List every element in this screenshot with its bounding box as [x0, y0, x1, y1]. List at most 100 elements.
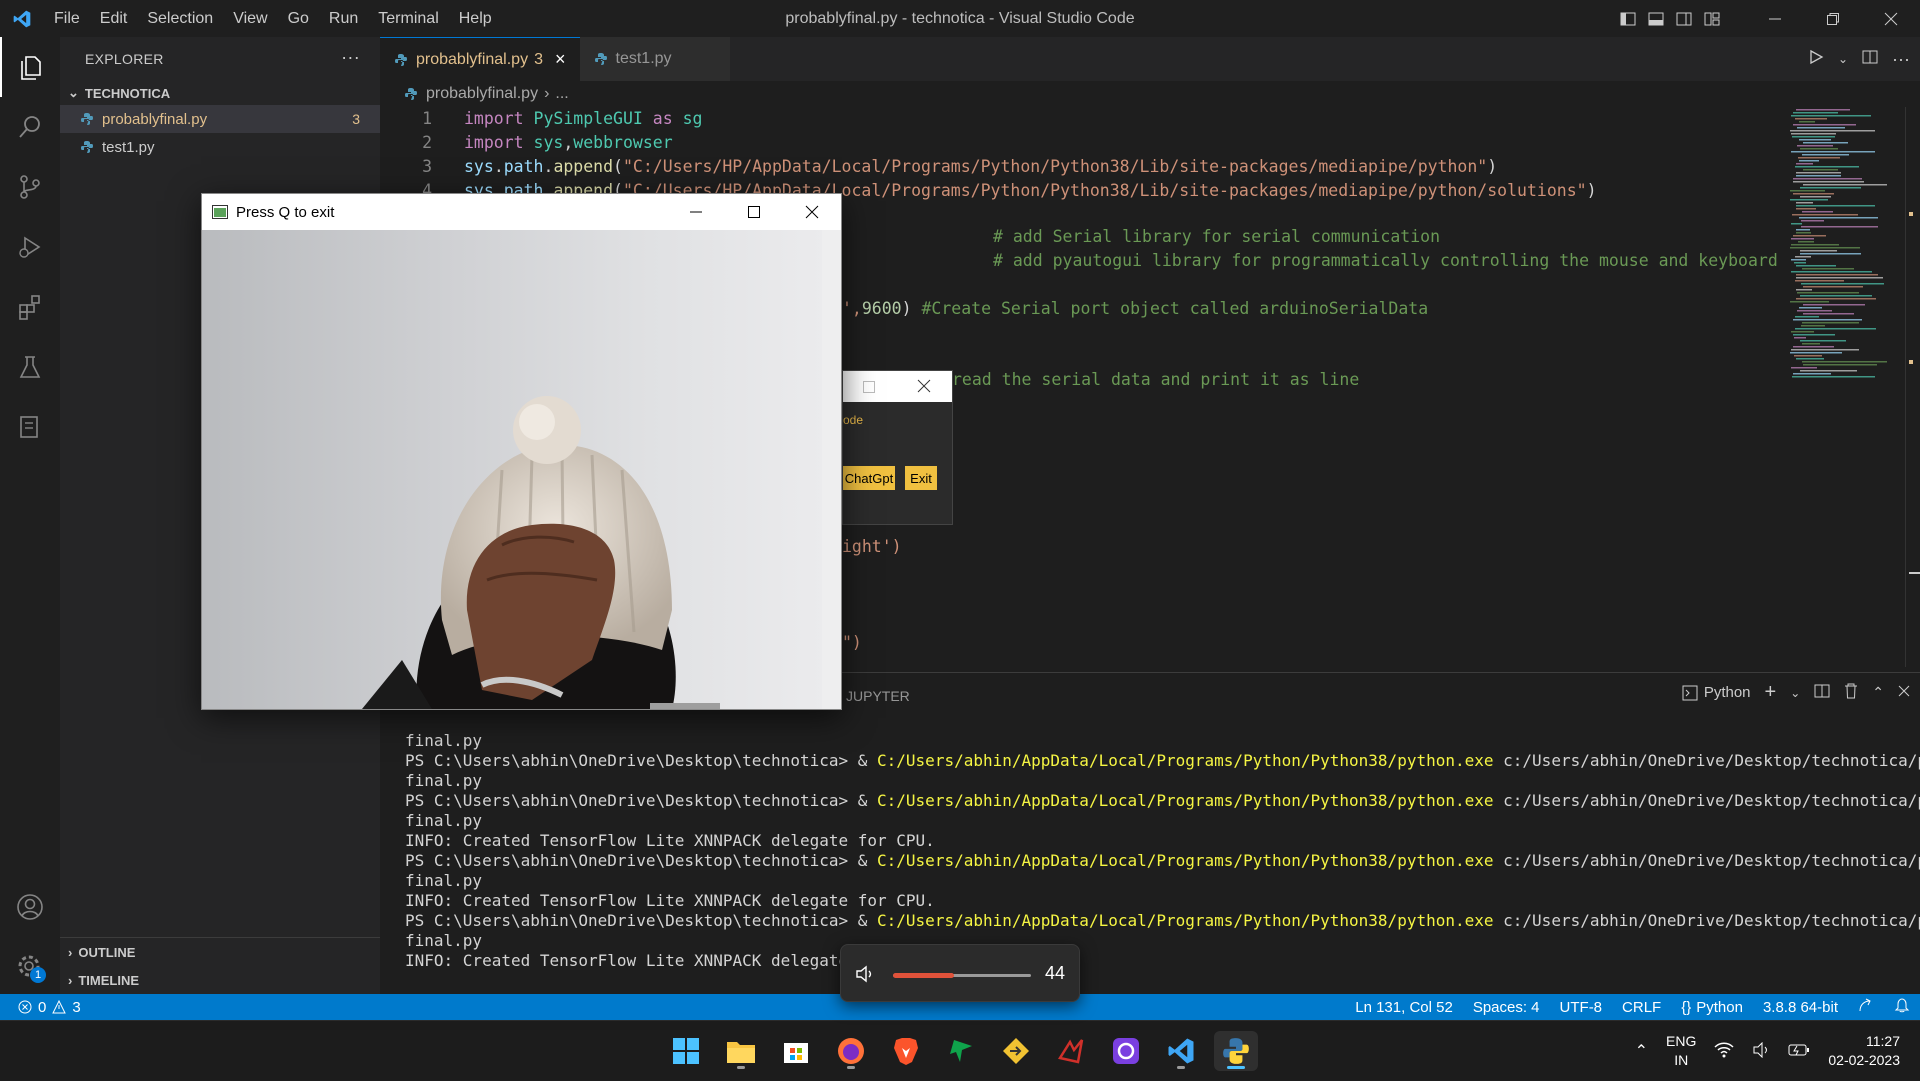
new-terminal-icon[interactable]: +	[1765, 681, 1777, 704]
maximize-icon[interactable]	[863, 380, 875, 398]
python-interpreter[interactable]: 3.8.8 64-bit	[1763, 999, 1838, 1016]
microsoft-store-icon[interactable]	[776, 1031, 816, 1071]
camera-window-titlebar[interactable]: Press Q to exit	[202, 194, 841, 230]
minimize-button[interactable]	[667, 194, 725, 230]
source-control-icon[interactable]	[0, 157, 60, 217]
firefox-icon[interactable]	[831, 1031, 871, 1071]
explorer-icon[interactable]	[0, 37, 60, 97]
breadcrumb-symbol[interactable]: ...	[555, 85, 568, 103]
close-tab-icon[interactable]: ×	[555, 49, 566, 70]
maximize-button[interactable]	[725, 194, 783, 230]
menu-selection[interactable]: Selection	[137, 0, 223, 37]
terminal-line: final.py	[405, 771, 483, 790]
more-actions-icon[interactable]: ···	[1892, 49, 1910, 70]
pysimplegui-window: ode ChatGpt Exit	[842, 370, 953, 525]
feedback-icon[interactable]	[1858, 997, 1874, 1017]
terminal-line: PS C:\Users\abhin\OneDrive\Desktop\techn…	[405, 751, 1920, 770]
menu-bar: File Edit Selection View Go Run Terminal…	[44, 0, 502, 37]
run-debug-icon[interactable]	[0, 217, 60, 277]
volume-icon[interactable]	[1752, 1041, 1770, 1061]
python-taskbar-icon[interactable]	[1214, 1031, 1258, 1071]
settings-gear-icon[interactable]: 1	[0, 937, 60, 997]
language-mode[interactable]: {} Python	[1681, 999, 1743, 1016]
windows-taskbar: ⌃ ENG IN 11:27 02-02-2023	[0, 1020, 1920, 1080]
minimize-button[interactable]	[1746, 0, 1804, 37]
accounts-icon[interactable]	[0, 877, 60, 937]
volume-value: 44	[1044, 963, 1065, 983]
minimap[interactable]	[1780, 107, 1905, 667]
terminal-icon	[1682, 685, 1698, 700]
menu-go[interactable]: Go	[278, 0, 319, 37]
outline-section[interactable]: › OUTLINE	[60, 940, 380, 964]
extensions-icon[interactable]	[0, 277, 60, 337]
terminal-shell-selector[interactable]: Python	[1682, 684, 1751, 701]
toggle-sidebar-icon[interactable]	[1614, 0, 1642, 37]
editor-scrollbar[interactable]	[1905, 107, 1920, 667]
timeline-section[interactable]: › TIMELINE	[60, 968, 380, 992]
menu-view[interactable]: View	[223, 0, 277, 37]
rstudio-icon[interactable]	[941, 1031, 981, 1071]
notebook-icon[interactable]	[0, 397, 60, 457]
indentation[interactable]: Spaces: 4	[1473, 999, 1540, 1016]
more-actions-icon[interactable]: ···	[341, 47, 360, 68]
breadcrumb-file[interactable]: probablyfinal.py	[426, 85, 538, 103]
clock[interactable]: 11:27 02-02-2023	[1828, 1032, 1900, 1070]
maximize-panel-icon[interactable]: ⌃	[1872, 684, 1884, 701]
close-icon[interactable]	[917, 379, 931, 398]
folder-technotica[interactable]: ⌄ TECHNOTICA	[60, 81, 380, 105]
encoding[interactable]: UTF-8	[1560, 999, 1603, 1016]
app-arrow-icon[interactable]	[996, 1031, 1036, 1071]
chevron-down-icon: ⌄	[68, 85, 79, 100]
menu-terminal[interactable]: Terminal	[368, 0, 448, 37]
windows-start-icon[interactable]	[666, 1031, 706, 1071]
split-terminal-icon[interactable]	[1814, 683, 1830, 703]
menu-file[interactable]: File	[44, 0, 90, 37]
speaker-icon[interactable]	[855, 964, 875, 989]
menu-edit[interactable]: Edit	[90, 0, 138, 37]
notifications-bell-icon[interactable]	[1894, 997, 1910, 1017]
red-app-icon[interactable]	[1051, 1031, 1091, 1071]
terminal-output[interactable]: final.py PS C:\Users\abhin\OneDrive\Deskt…	[405, 731, 1920, 971]
menu-run[interactable]: Run	[319, 0, 368, 37]
cursor-position[interactable]: Ln 131, Col 52	[1355, 999, 1453, 1016]
file-item-probablyfinal[interactable]: probablyfinal.py 3	[60, 105, 380, 133]
toggle-panel-icon[interactable]	[1642, 0, 1670, 37]
camera-window: Press Q to exit	[201, 193, 842, 710]
menu-help[interactable]: Help	[449, 0, 502, 37]
terminal-line: INFO: Created TensorFlow Lite XNNPACK de…	[405, 951, 878, 970]
title-bar: File Edit Selection View Go Run Terminal…	[0, 0, 1920, 37]
restore-button[interactable]	[1804, 0, 1862, 37]
chevron-down-icon[interactable]: ⌄	[1838, 52, 1848, 66]
chevron-down-icon[interactable]: ⌄	[1790, 686, 1800, 700]
close-button[interactable]	[1862, 0, 1920, 37]
volume-slider[interactable]	[893, 973, 954, 978]
show-hidden-icons-chevron[interactable]: ⌃	[1635, 1041, 1648, 1061]
terminal-line: PS C:\Users\abhin\OneDrive\Desktop\techn…	[405, 851, 1920, 870]
wifi-icon[interactable]	[1714, 1042, 1734, 1061]
problems-indicator[interactable]: 0 3	[0, 999, 81, 1016]
customize-layout-icon[interactable]	[1698, 0, 1726, 37]
tab-test1[interactable]: test1.py	[579, 37, 730, 81]
split-editor-icon[interactable]	[1862, 49, 1878, 70]
close-button[interactable]	[783, 194, 841, 230]
run-file-icon[interactable]	[1808, 49, 1824, 70]
trash-icon[interactable]	[1844, 683, 1858, 703]
close-panel-icon[interactable]	[1898, 684, 1910, 701]
search-icon[interactable]	[0, 97, 60, 157]
vscode-taskbar-icon[interactable]	[1161, 1031, 1201, 1071]
language-indicator[interactable]: ENG IN	[1666, 1032, 1696, 1070]
file-explorer-icon[interactable]	[721, 1031, 761, 1071]
breadcrumb: probablyfinal.py › ...	[380, 81, 1780, 107]
tab-jupyter[interactable]: JUPYTER	[846, 688, 910, 704]
testing-icon[interactable]	[0, 337, 60, 397]
battery-icon[interactable]	[1788, 1043, 1810, 1060]
toggle-secondary-sidebar-icon[interactable]	[1670, 0, 1698, 37]
purple-app-icon[interactable]	[1106, 1031, 1146, 1071]
file-item-test1[interactable]: test1.py	[60, 133, 380, 161]
exit-button[interactable]: Exit	[905, 466, 937, 490]
tab-probablyfinal[interactable]: probablyfinal.py 3 ×	[380, 37, 580, 81]
error-icon	[18, 1000, 32, 1014]
brave-browser-icon[interactable]	[886, 1031, 926, 1071]
chatgpt-button[interactable]: ChatGpt	[843, 466, 895, 490]
line-ending[interactable]: CRLF	[1622, 999, 1661, 1016]
